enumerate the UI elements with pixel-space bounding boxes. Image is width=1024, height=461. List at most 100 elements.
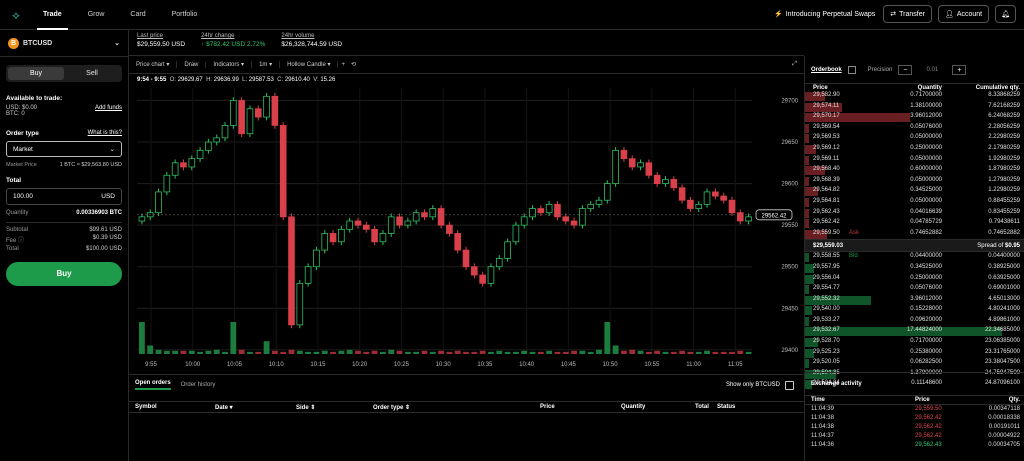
ask-row[interactable]: 29,569.54 0.05076000 2.28056259 <box>805 123 1024 134</box>
col-symbol[interactable]: Symbol <box>135 404 157 410</box>
bid-depth-bar <box>805 359 810 369</box>
volume-bar <box>255 351 262 354</box>
ask-row[interactable]: 29,562.43 0.04016639 0.83455259 <box>805 208 1024 219</box>
y-tick-label: 29400 <box>781 348 798 354</box>
bid-row[interactable]: 29,528.70 0.71700000 23.06385000 <box>805 337 1024 348</box>
bid-row[interactable]: 29,540.00 0.15228000 4.80241000 <box>805 305 1024 316</box>
volume-bar <box>554 351 561 354</box>
bid-row[interactable]: 29,556.04 0.25000000 0.63925000 <box>805 274 1024 285</box>
col-date[interactable]: Date ▾ <box>215 404 233 411</box>
tab-open-orders[interactable]: Open orders <box>135 380 171 390</box>
ask-row[interactable]: 29,568.40 0.60000000 1.87980259 <box>805 165 1024 176</box>
bid-row[interactable]: 29,520.05 0.06282500 23.38047500 <box>805 358 1024 369</box>
ask-cumulative: 0.88455259 <box>988 197 1020 204</box>
transfer-button[interactable]: ⇄ Transfer <box>883 5 932 23</box>
account-button[interactable]: 👤︎ Account <box>937 5 990 23</box>
ask-row[interactable]: 29,569.53 0.05000000 2.22980259 <box>805 133 1024 144</box>
bid-depth-bar <box>805 253 810 263</box>
ask-row[interactable]: 29,574.11 1.38100000 7.62168259 <box>805 102 1024 113</box>
nav-tab-grow[interactable]: Grow <box>82 0 111 30</box>
ask-row[interactable]: 29,569.11 0.05000000 1.92980259 <box>805 155 1024 166</box>
total-input[interactable]: 100.00 USD <box>6 188 122 205</box>
tab-order-history[interactable]: Order history <box>181 382 216 388</box>
volume-bar <box>463 351 469 354</box>
volume-bar <box>139 322 145 354</box>
bid-row[interactable]: 29,525.23 0.25380000 23.31765000 <box>805 348 1024 359</box>
candle-body <box>720 195 727 201</box>
precision-increase-button[interactable]: + <box>952 64 967 75</box>
ask-row[interactable]: 29,568.39 0.05000000 1.27980259 <box>805 176 1024 187</box>
col-quantity: Quantity <box>621 404 646 410</box>
ask-row[interactable]: 29,569.12 0.25000000 2.17980259 <box>805 144 1024 155</box>
interval-dropdown[interactable]: 1m ▾ <box>252 61 281 68</box>
what-is-this-link[interactable]: What is this? <box>88 130 122 137</box>
ask-row[interactable]: 29,570.17 3.96012000 6.24068259 <box>805 112 1024 123</box>
precision-decrease-button[interactable]: − <box>898 64 913 75</box>
volume-bar <box>172 350 179 354</box>
bid-row[interactable]: 29,554.77 0.05076000 0.69001000 <box>805 284 1024 295</box>
volume-bar <box>396 350 403 354</box>
buy-button[interactable]: Buy <box>6 262 122 286</box>
expand-icon[interactable]: ⤢ <box>785 61 804 68</box>
orderbook-toggle-icon[interactable] <box>847 65 856 74</box>
bid-row[interactable]: 29,557.95 0.34525000 0.38925000 <box>805 263 1024 274</box>
nav-tab-card[interactable]: Card <box>124 0 151 30</box>
total-currency: USD <box>101 193 115 200</box>
order-type-select[interactable]: Market ⌄ <box>6 141 122 157</box>
bid-price: 29,558.55 <box>813 253 840 260</box>
volume-bar <box>421 350 428 354</box>
ask-row[interactable]: 29,559.50 0.74652882 0.74652882 Ask <box>805 229 1024 240</box>
candle-body <box>562 216 570 222</box>
ask-quantity: 0.04016639 <box>910 208 942 215</box>
info-icon[interactable]: ⓘ <box>18 238 24 244</box>
candle-style-dropdown[interactable]: Hollow Candle ▾ <box>280 61 339 68</box>
ask-quantity: 0.34525000 <box>910 187 942 194</box>
ask-row[interactable]: 29,564.82 0.34525000 1.22980259 <box>805 186 1024 197</box>
orderbook-title: Orderbook <box>811 66 842 73</box>
market-stats: Last price $29,559.50 USD 24hr change ↑ $7… <box>129 30 804 56</box>
candle-body <box>703 191 711 205</box>
stat-label: 24hr change <box>201 33 235 39</box>
ask-price: 29,562.42 <box>813 219 840 226</box>
candlestick-chart-svg[interactable]: 29700 29650 29600 29550 29500 29450 29400 9:55 1… <box>129 86 804 372</box>
bid-price: 29,525.23 <box>813 348 840 355</box>
nav-tab-trade[interactable]: Trade <box>37 0 68 30</box>
reset-icon[interactable]: ⟲ <box>348 61 359 68</box>
ask-row[interactable]: 29,562.42 0.04785729 0.79438611 <box>805 218 1024 229</box>
add-funds-link[interactable]: Add funds <box>95 105 122 111</box>
x-tick-label: 10:25 <box>394 362 410 368</box>
price-chart[interactable]: 29700 29650 29600 29550 29500 29450 29400 9:55 1… <box>129 86 804 372</box>
col-side[interactable]: Side ⇕ <box>296 404 315 411</box>
add-icon[interactable]: + <box>338 62 348 68</box>
buy-tab[interactable]: Buy <box>8 67 64 80</box>
bid-row[interactable]: 29,552.32 3.96012000 4.65013000 <box>805 295 1024 306</box>
volume-bar <box>363 351 370 354</box>
show-only-checkbox[interactable] <box>785 380 794 390</box>
pair-selector[interactable]: B BTCUSD ⌄ <box>0 30 128 57</box>
x-tick-label: 10:10 <box>269 362 285 368</box>
price-chart-dropdown[interactable]: Price chart ▾ <box>129 61 178 68</box>
bid-row[interactable]: 29,558.55 0.04400000 0.04400000 Bid <box>805 252 1024 263</box>
ask-row[interactable]: 29,582.90 0.71700000 8.33868259 <box>805 91 1024 102</box>
volume-bar <box>238 349 245 354</box>
draw-button[interactable]: Draw <box>177 61 207 68</box>
activity-time: 11:04:39 <box>811 406 834 412</box>
bid-row[interactable]: 29,532.67 17.44824000 22.34685000 <box>805 326 1024 337</box>
available-label: Available to trade: <box>6 95 63 102</box>
ask-row[interactable]: 29,564.81 0.05000000 0.88455259 <box>805 197 1024 208</box>
nav-tab-portfolio[interactable]: Portfolio <box>166 0 204 30</box>
bid-row[interactable]: 29,533.27 0.09620000 4.89861000 <box>805 316 1024 327</box>
sell-tab[interactable]: Sell <box>64 67 120 80</box>
orders-table-header: Symbol Date ▾ Side ⇕ Order type ⇕ Price … <box>129 401 804 413</box>
ask-cumulative: 0.74652882 <box>988 229 1020 236</box>
volume-bar <box>712 351 719 354</box>
volume-bar <box>404 351 411 354</box>
notifications-button[interactable]: 🔔︎ <box>995 5 1016 23</box>
bid-tag: Bid <box>849 253 858 260</box>
ask-price: 29,564.82 <box>813 187 840 194</box>
promo-link[interactable]: ⚡ Introducing Perpetual Swaps <box>774 10 875 19</box>
indicators-dropdown[interactable]: Indicators ▾ <box>206 61 253 68</box>
col-order-type[interactable]: Order type ⇕ <box>373 404 410 411</box>
x-tick-label: 11:05 <box>728 362 743 368</box>
app-logo-icon[interactable]: ⟡ <box>9 8 23 22</box>
